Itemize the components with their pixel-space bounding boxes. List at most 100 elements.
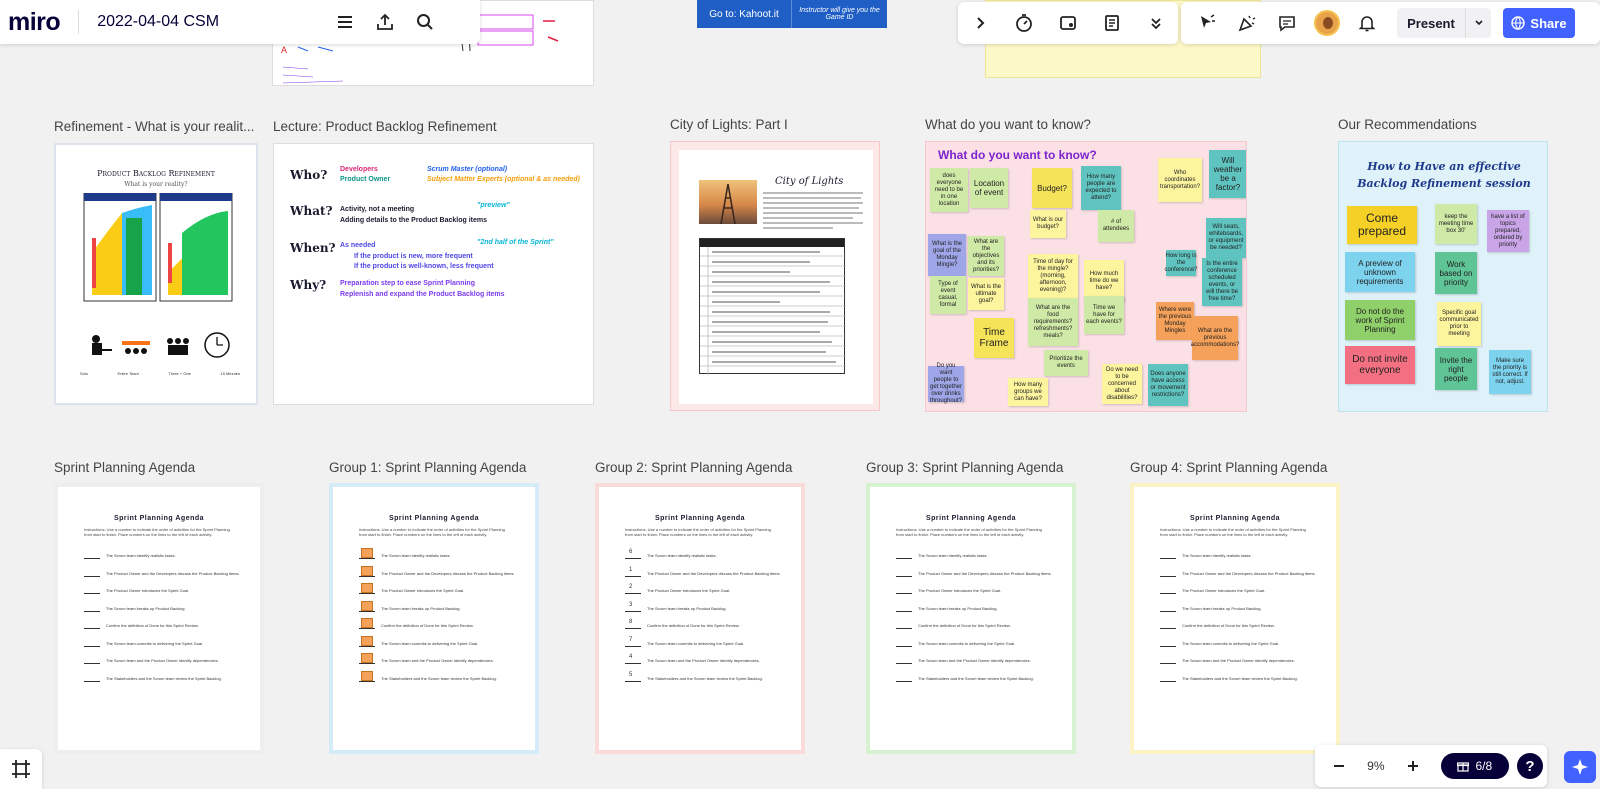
frame-label-city[interactable]: City of Lights: Part I — [670, 117, 788, 132]
sticky-note[interactable]: Specific goal communicated prior to meet… — [1437, 302, 1481, 346]
city-table — [699, 238, 846, 375]
ai-assist-button[interactable] — [1564, 751, 1596, 783]
legend-15-minutes: 15 Minutes — [220, 371, 240, 376]
ordering-card[interactable] — [361, 600, 373, 611]
ordering-card[interactable] — [361, 635, 373, 646]
sticky-note[interactable]: Work based on priority — [1435, 252, 1477, 294]
zoom-out-button[interactable] — [1319, 746, 1359, 786]
ordering-card[interactable] — [361, 583, 373, 593]
answer-line — [625, 558, 641, 559]
agenda-item: The Scrum team and the Product Owner ide… — [84, 658, 240, 666]
sticky-note[interactable]: Make sure the priority is still correct.… — [1489, 350, 1531, 394]
bell-icon[interactable] — [1347, 3, 1387, 43]
ordering-card[interactable] — [361, 565, 373, 576]
frame-label-lecture[interactable]: Lecture: Product Backlog Refinement — [273, 119, 497, 134]
card-icon[interactable] — [1048, 3, 1088, 43]
celebrate-icon[interactable] — [1227, 3, 1267, 43]
sticky-note[interactable]: Where were the previous Monday Mingles — [1156, 302, 1194, 340]
sticky-note[interactable]: Do we need to be concerned about disabil… — [1102, 364, 1142, 404]
sticky-note[interactable]: Time Frame — [974, 318, 1014, 358]
search-icon[interactable] — [405, 2, 445, 42]
frame-label-agenda[interactable]: Sprint Planning Agenda — [54, 460, 195, 475]
frame-group1[interactable]: Sprint Planning Agenda Instructions: Use … — [329, 483, 539, 754]
sticky-note[interactable]: Prioritize the events — [1044, 350, 1088, 376]
sticky-note[interactable]: Invite the right people — [1435, 348, 1477, 390]
frame-know[interactable]: What do you want to know? does everyone … — [925, 141, 1247, 412]
frame-city[interactable]: City of Lights — [670, 141, 880, 411]
frames-panel-button[interactable] — [0, 749, 42, 789]
sticky-note[interactable]: How long is the conference? — [1165, 250, 1198, 276]
comment-icon[interactable] — [1267, 3, 1307, 43]
help-button[interactable]: ? — [1516, 753, 1543, 779]
export-icon[interactable] — [365, 2, 405, 42]
sticky-note[interactable]: # of attendees — [1098, 210, 1134, 242]
agenda-instructions: Instructions: Use a number to indicate t… — [84, 527, 230, 537]
frame-refinement[interactable]: Product Backlog Refinement What is your … — [54, 143, 258, 405]
sticky-note[interactable]: Time of day for the mingle? (morning, af… — [1028, 254, 1078, 298]
chevron-right-icon[interactable] — [960, 3, 1000, 43]
timer-icon[interactable] — [1004, 3, 1044, 43]
sticky-note[interactable]: A preview of unknown requirements — [1345, 252, 1415, 292]
sticky-note[interactable]: Do not do the work of Sprint Planning — [1345, 300, 1415, 340]
agenda-item: Confirm the definition of Done for this … — [896, 623, 1052, 631]
agenda-item-text: The Scrum team and the Product Owner ide… — [918, 658, 1031, 663]
sticky-note[interactable]: Is the entire conference scheduled event… — [1202, 258, 1242, 306]
frame-label-group3[interactable]: Group 3: Sprint Planning Agenda — [866, 460, 1063, 475]
sticky-note[interactable]: How many people are expected to attend? — [1081, 166, 1121, 210]
present-dropdown[interactable] — [1465, 8, 1491, 38]
ordering-card[interactable] — [361, 670, 373, 681]
sticky-note[interactable]: keep the meeting time box 30' — [1435, 204, 1477, 244]
sticky-note[interactable]: Does anyone have access or movement rest… — [1148, 364, 1188, 406]
answer-line — [84, 575, 100, 577]
what-label: What? — [290, 204, 333, 218]
cursor-reaction-icon[interactable] — [1187, 3, 1227, 43]
board-title[interactable]: 2022-04-04 CSM — [97, 13, 325, 31]
zoom-in-button[interactable] — [1393, 746, 1433, 786]
agenda-title: Sprint Planning Agenda — [925, 515, 1017, 522]
sticky-note[interactable]: How many groups we can have? — [1008, 378, 1048, 406]
frame-label-group4[interactable]: Group 4: Sprint Planning Agenda — [1130, 460, 1327, 475]
avatar[interactable] — [1307, 3, 1347, 43]
sticky-note[interactable]: Time we have for each events? — [1084, 296, 1124, 334]
page-counter[interactable]: 6/8 — [1440, 753, 1509, 779]
sticky-note[interactable]: Will seats, whiteboards, or equipment be… — [1206, 218, 1246, 258]
sticky-note[interactable]: have a list of topics prepared, ordered … — [1487, 210, 1529, 252]
sticky-note[interactable]: What is the goal of the Monday Mingle? — [928, 234, 966, 276]
frame-group4[interactable]: Sprint Planning Agenda Instructions: Use … — [1130, 483, 1340, 754]
ordering-card[interactable] — [361, 653, 373, 663]
sticky-note[interactable]: Budget? — [1032, 168, 1072, 208]
ordering-card[interactable] — [361, 618, 373, 628]
sticky-note[interactable]: What are the food requirements? refreshm… — [1028, 298, 1078, 346]
frame-agenda[interactable]: Sprint Planning Agenda Instructions: Use … — [54, 483, 264, 754]
frame-label-group2[interactable]: Group 2: Sprint Planning Agenda — [595, 460, 792, 475]
sticky-note[interactable]: Come prepared — [1347, 206, 1417, 244]
sticky-note[interactable]: Type of event casual, formal — [930, 276, 966, 314]
sticky-note[interactable]: Will weather be a factor? — [1209, 150, 1246, 198]
sticky-note[interactable]: What are the objectives and its prioriti… — [968, 236, 1004, 276]
sticky-note[interactable]: What is the ultimate goal? — [968, 278, 1004, 310]
sticky-note[interactable]: Do not invite everyone — [1345, 346, 1415, 384]
sticky-note[interactable]: What are the previous accommodations? — [1191, 316, 1239, 360]
menu-icon[interactable] — [325, 2, 365, 42]
sticky-note[interactable]: What is our budget? — [1030, 210, 1066, 238]
frame-label-recommend[interactable]: Our Recommendations — [1338, 117, 1477, 132]
sticky-note[interactable]: does everyone need to be in one location — [930, 168, 968, 212]
present-button[interactable]: Present — [1397, 8, 1465, 38]
sticky-note[interactable]: Who coordinates transportation? — [1158, 158, 1202, 202]
sticky-note[interactable]: Do you want people to get together over … — [928, 363, 964, 404]
zoom-level[interactable]: 9% — [1367, 759, 1384, 773]
frame-recommend[interactable]: How to Have an effective Backlog Refinem… — [1338, 141, 1548, 412]
share-button[interactable]: Share — [1503, 8, 1575, 38]
chevron-down-double-icon[interactable] — [1136, 3, 1176, 43]
agenda-item: The Scrum team breaks up Product Backlog… — [896, 606, 1052, 614]
notes-icon[interactable] — [1092, 3, 1132, 43]
frame-group3[interactable]: Sprint Planning Agenda Instructions: Use … — [866, 483, 1076, 754]
frame-group2[interactable]: Sprint Planning Agenda Instructions: Use … — [595, 483, 805, 754]
sticky-note[interactable]: Location of event — [970, 168, 1008, 208]
frame-label-know[interactable]: What do you want to know? — [925, 117, 1091, 132]
frame-label-refinement[interactable]: Refinement - What is your realit... — [54, 119, 254, 134]
frame-label-group1[interactable]: Group 1: Sprint Planning Agenda — [329, 460, 526, 475]
ordering-card[interactable] — [361, 548, 373, 558]
miro-logo[interactable]: miro — [8, 8, 61, 37]
frame-lecture[interactable]: Who? Developers Product Owner Scrum Mast… — [273, 143, 594, 405]
